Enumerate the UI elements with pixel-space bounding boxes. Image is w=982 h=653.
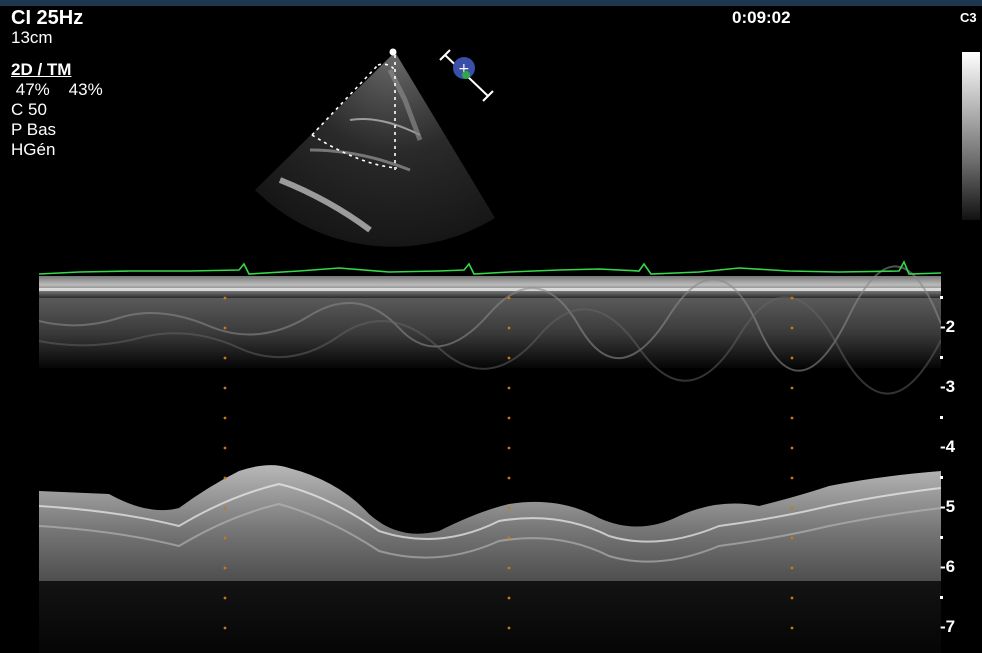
mode-label: 2D / TM xyxy=(11,60,72,79)
orientation-marker-icon: + xyxy=(439,49,494,102)
depth-tick-dot xyxy=(940,296,943,299)
depth-tick-dot xyxy=(940,476,943,479)
harmonics-label: HGén xyxy=(11,140,56,159)
depth-tick-5: -5 xyxy=(940,497,956,516)
depth-tick-dot xyxy=(940,596,943,599)
depth-tick-dot xyxy=(940,536,943,539)
grayscale-bar xyxy=(962,52,980,220)
clock-readout: 0:09:02 xyxy=(732,8,791,27)
depth-tick-4: -4 xyxy=(940,437,956,456)
depth-tick-3: -3 xyxy=(940,377,956,396)
gain-tm: 43% xyxy=(68,80,103,99)
acquisition-info: CI 25Hz 13cm 2D / TM 47% 43% C 50 P Bas … xyxy=(11,8,103,160)
gain-2d: 47% xyxy=(15,80,50,99)
depth-tick-7: -7 xyxy=(940,617,956,636)
gain-values: 47% 43% xyxy=(11,80,103,100)
depth-tick-dot xyxy=(940,356,943,359)
depth-tick-2: -2 xyxy=(940,317,956,336)
depth-tick-dot xyxy=(940,416,943,419)
depth-tick-6: -6 xyxy=(940,557,956,576)
near-field-band xyxy=(39,276,941,298)
depth-scale: -2 -3 -4 -5 -6 -7 xyxy=(940,280,982,653)
compression-label: C 50 xyxy=(11,100,47,119)
apex-dot xyxy=(389,48,397,56)
top-status-bar xyxy=(0,0,982,6)
persistence-label: P Bas xyxy=(11,120,57,139)
mmode-trace xyxy=(39,256,941,653)
probe-label: C3 xyxy=(960,10,977,25)
depth-label: 13cm xyxy=(11,28,53,47)
frame-rate-label: CI 25Hz xyxy=(11,7,84,29)
